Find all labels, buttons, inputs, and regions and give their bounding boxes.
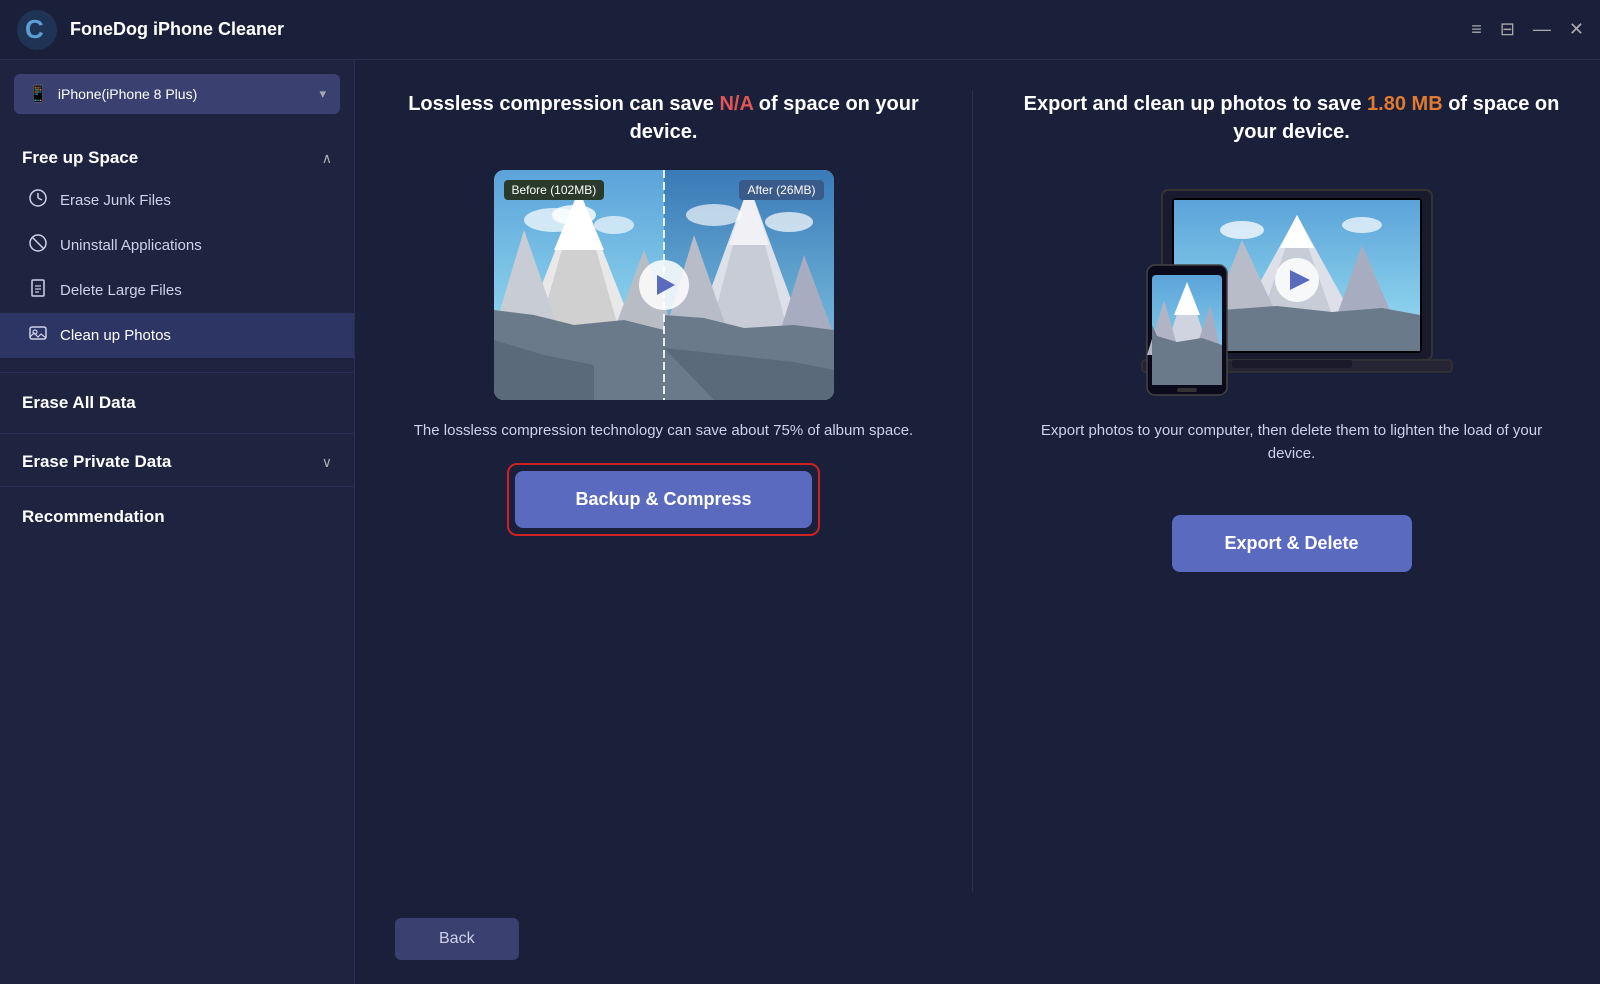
mb-highlight: 1.80 MB — [1367, 93, 1443, 115]
svg-text:C: C — [25, 14, 44, 44]
left-panel-heading: Lossless compression can save N/A of spa… — [395, 90, 932, 146]
titlebar: C FoneDog iPhone Cleaner ≡ ⊟ — ✕ — [0, 0, 1600, 60]
device-label: iPhone(iPhone 8 Plus) — [58, 86, 310, 102]
panel-export-delete: Export and clean up photos to save 1.80 … — [973, 90, 1560, 892]
collapse-icon: ∧ — [322, 150, 332, 167]
free-up-space-header[interactable]: Free up Space ∧ — [0, 134, 354, 178]
na-highlight: N/A — [719, 93, 753, 115]
erase-junk-label: Erase Junk Files — [60, 192, 171, 209]
delete-large-label: Delete Large Files — [60, 282, 182, 299]
device-image — [1122, 170, 1462, 400]
document-icon — [28, 279, 48, 302]
sidebar: 📱 iPhone(iPhone 8 Plus) ▾ Free up Space … — [0, 60, 355, 984]
uninstall-apps-label: Uninstall Applications — [60, 237, 202, 254]
left-panel-description: The lossless compression technology can … — [414, 420, 913, 443]
sidebar-item-erase-private[interactable]: Erase Private Data ∨ — [0, 438, 354, 482]
after-label: After (26MB) — [739, 180, 823, 200]
right-panel-description: Export photos to your computer, then del… — [1023, 420, 1560, 465]
device-selector[interactable]: 📱 iPhone(iPhone 8 Plus) ▾ — [14, 74, 340, 114]
chevron-down-icon-2: ∨ — [322, 454, 332, 471]
sidebar-item-cleanup-photos[interactable]: Clean up Photos — [0, 313, 354, 358]
photo-icon — [28, 324, 48, 347]
sidebar-item-recommendation[interactable]: Recommendation — [0, 491, 354, 543]
block-icon — [28, 234, 48, 257]
right-panel-heading: Export and clean up photos to save 1.80 … — [1023, 90, 1560, 146]
backup-compress-highlight-border: Backup & Compress — [507, 463, 819, 536]
app-body: 📱 iPhone(iPhone 8 Plus) ▾ Free up Space … — [0, 60, 1600, 984]
sidebar-item-delete-large[interactable]: Delete Large Files — [0, 268, 354, 313]
backup-compress-button[interactable]: Backup & Compress — [515, 471, 811, 528]
content-area: Lossless compression can save N/A of spa… — [355, 60, 1600, 902]
app-logo: C — [16, 9, 58, 51]
phone-icon: 📱 — [28, 84, 48, 104]
sidebar-divider-3 — [0, 486, 354, 487]
play-icon — [657, 275, 675, 295]
sidebar-section-free-up-space: Free up Space ∧ Erase Junk Files Uninsta… — [0, 134, 354, 368]
sidebar-item-uninstall-apps[interactable]: Uninstall Applications — [0, 223, 354, 268]
chevron-down-icon: ▾ — [319, 86, 326, 102]
sidebar-divider-1 — [0, 372, 354, 373]
menu-icon[interactable]: ≡ — [1471, 19, 1482, 40]
play-button[interactable] — [639, 260, 689, 310]
sidebar-item-erase-junk[interactable]: Erase Junk Files — [0, 178, 354, 223]
minimize-icon[interactable]: — — [1533, 19, 1551, 40]
cleanup-photos-label: Clean up Photos — [60, 327, 171, 344]
export-delete-button[interactable]: Export & Delete — [1172, 515, 1412, 572]
before-label: Before (102MB) — [504, 180, 605, 200]
free-up-space-title: Free up Space — [22, 148, 138, 168]
main-content: Lossless compression can save N/A of spa… — [355, 60, 1600, 984]
close-icon[interactable]: ✕ — [1569, 19, 1584, 40]
laptop-phone-image — [1122, 170, 1462, 400]
window-controls: ≡ ⊟ — ✕ — [1471, 19, 1584, 40]
before-after-image: Before (102MB) After (26MB) — [494, 170, 834, 400]
sidebar-divider-2 — [0, 433, 354, 434]
app-title: FoneDog iPhone Cleaner — [70, 19, 1471, 40]
chat-icon[interactable]: ⊟ — [1500, 19, 1515, 40]
sidebar-item-erase-all[interactable]: Erase All Data — [0, 377, 354, 429]
panel-backup-compress: Lossless compression can save N/A of spa… — [395, 90, 973, 892]
clock-icon — [28, 189, 48, 212]
back-button[interactable]: Back — [395, 918, 519, 960]
footer: Back — [355, 902, 1600, 984]
